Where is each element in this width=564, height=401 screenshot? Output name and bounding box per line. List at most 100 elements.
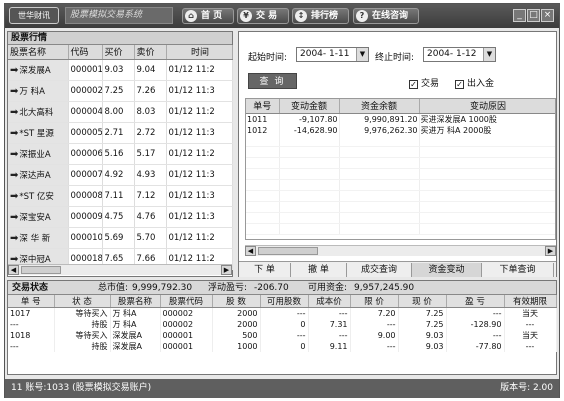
fund-change-row[interactable]: 1012-14,628.909,976,262.30买进万 科A 2000股20… xyxy=(246,124,555,136)
nav-home-button[interactable]: ⌂ 首 页 xyxy=(182,8,234,24)
trade-checkbox[interactable]: ✓ 交易 xyxy=(409,76,439,89)
quotes-panel: 股票行情 股票名称 代码 买价 卖价 时间 ➡深发展A 000001 9.03 9.0… xyxy=(7,31,233,277)
title-bar: 世华财讯 股票模拟交易系统 ⌂ 首 页 ¥ 交 易 ↕ 排行榜 ? 在线咨询 _… xyxy=(5,4,559,28)
end-date-value: 2004- 1-12 xyxy=(427,49,477,59)
cost-price: --- xyxy=(308,330,351,341)
stock-name: 深发展A xyxy=(19,65,51,76)
col-change-amount[interactable]: 变动金额 xyxy=(279,99,340,114)
col-current-price[interactable]: 现 价 xyxy=(398,295,447,308)
tab-fund-changes[interactable]: 资金变动 xyxy=(412,263,482,277)
minimize-button[interactable]: _ xyxy=(513,9,526,22)
chevron-down-icon[interactable]: ▼ xyxy=(483,48,495,61)
order-row[interactable]: --- 持股万 科A 000002 2000 0 7.31 --- 7.25 -128.90 --… xyxy=(8,319,557,330)
orders-table: 单 号状 态股票名称 股票代码股 数可用股数 成本价限 价现 价盈 亏有效期限 10… xyxy=(8,295,557,352)
quote-row[interactable]: ➡深达声A 000007 4.92 4.93 01/12 11:3 xyxy=(8,164,233,186)
empty-cell xyxy=(419,223,555,235)
col-limit-price[interactable]: 限 价 xyxy=(350,295,399,308)
nav-trade-button[interactable]: ¥ 交 易 xyxy=(237,8,289,24)
stock-name-cell: ➡深振业A xyxy=(8,143,69,165)
empty-cell xyxy=(279,157,340,169)
tab-place-order[interactable]: 下 单 xyxy=(239,263,291,277)
stock-name: 深 华 新 xyxy=(19,233,51,244)
funds-table-container: 单号 变动金额 资金余额 变动原因 1011 -9,107.80 9,990,891… xyxy=(245,98,556,240)
col-validity[interactable]: 有效期限 xyxy=(504,295,557,308)
app-window: 世华财讯 股票模拟交易系统 ⌂ 首 页 ¥ 交 易 ↕ 排行榜 ? 在线咨询 _… xyxy=(4,3,560,398)
stock-code: 000007 xyxy=(68,164,103,186)
current-price: 7.25 xyxy=(398,307,447,319)
scroll-left-arrow-icon[interactable]: ◀ xyxy=(245,246,256,256)
col-time[interactable]: 时间 xyxy=(166,45,233,60)
empty-cell xyxy=(246,223,280,235)
start-date-select[interactable]: 2004- 1-11 ▼ xyxy=(296,47,369,62)
col-stock-name[interactable]: 股票名称 xyxy=(8,45,69,60)
scroll-right-arrow-icon[interactable]: ▶ xyxy=(545,246,556,256)
tab-trade-query[interactable]: 成交查询 xyxy=(347,263,412,277)
quote-row[interactable]: ➡万 科A 000002 7.25 7.26 01/12 11:3 xyxy=(8,80,233,102)
col-balance[interactable]: 资金余额 xyxy=(339,99,420,114)
stock-name-cell: ➡深达声A xyxy=(8,164,69,186)
quotes-hscrollbar[interactable]: ◀ ▶ xyxy=(8,264,232,275)
order-status: 持股 xyxy=(54,319,111,330)
col-stock-name[interactable]: 股票名称 xyxy=(110,295,161,308)
tab-order-query[interactable]: 下单查询 xyxy=(482,263,554,277)
order-row[interactable]: 1017 等待买入万 科A 000002 2000 --- --- 7.20 7.25 --- 当… xyxy=(8,307,557,319)
scroll-thumb[interactable] xyxy=(258,247,318,255)
col-pnl[interactable]: 盈 亏 xyxy=(446,295,505,308)
inout-checkbox-label: 出入金 xyxy=(467,79,495,89)
order-row[interactable]: --- 持股 深发展A 000001 1000 0 9.11 --- 9.03 -77.80 --- xyxy=(8,341,557,352)
nav-consult-button[interactable]: ? 在线咨询 xyxy=(353,8,419,24)
chevron-down-icon[interactable]: ▼ xyxy=(356,48,368,61)
empty-cell xyxy=(246,157,280,169)
quote-row[interactable]: ➡深 华 新 000010 5.69 5.70 01/12 11:2 xyxy=(8,227,233,249)
scroll-right-arrow-icon[interactable]: ▶ xyxy=(221,265,232,275)
stock-name: 深宝安A xyxy=(19,212,51,223)
bid-price: 7.25 xyxy=(102,80,135,102)
order-row[interactable]: 1018 等待买入 深发展A 000001 500 --- --- 9.00 9.03 --- 当天 xyxy=(8,330,557,341)
scroll-thumb[interactable] xyxy=(21,266,61,274)
order-no: 1011 xyxy=(246,113,280,125)
quote-row[interactable]: ➡深发展A 000001 9.03 9.04 01/12 11:2 xyxy=(8,59,233,81)
current-price: 9.03 xyxy=(398,330,447,341)
end-date-select[interactable]: 2004- 1-12 ▼ xyxy=(423,47,496,62)
available-funds-value: 9,957,245.90 xyxy=(354,283,415,293)
bid-price: 5.69 xyxy=(102,227,135,249)
tab-cancel-order[interactable]: 撤 单 xyxy=(291,263,347,277)
order-no: 1018 xyxy=(8,330,55,341)
stock-name-cell: ➡*ST 亿安 xyxy=(8,185,69,207)
col-shares[interactable]: 股 数 xyxy=(212,295,261,308)
funds-panel: 起始时间: 2004- 1-11 ▼ 终止时间: 2004- 1-12 ▼ 查询… xyxy=(238,31,557,277)
close-button[interactable]: × xyxy=(541,9,554,22)
stock-code: 000001 xyxy=(160,341,213,352)
col-status[interactable]: 状 态 xyxy=(54,295,111,308)
scroll-left-arrow-icon[interactable]: ◀ xyxy=(8,265,19,275)
quote-row[interactable]: ➡深宝安A 000009 4.75 4.76 01/12 11:3 xyxy=(8,206,233,228)
col-stock-code[interactable]: 股票代码 xyxy=(160,295,213,308)
col-reason[interactable]: 变动原因 xyxy=(419,99,555,114)
available-shares: --- xyxy=(260,330,309,341)
maximize-button[interactable]: □ xyxy=(527,9,540,22)
quote-row[interactable]: ➡*ST 亿安 000008 7.11 7.12 01/12 11:3 xyxy=(8,185,233,207)
stock-code: 000004 xyxy=(68,101,103,123)
float-pnl-value: -206.70 xyxy=(254,283,289,293)
limit-price: 9.00 xyxy=(350,330,399,341)
funds-table: 单号 变动金额 资金余额 变动原因 1011 -9,107.80 9,990,891… xyxy=(246,99,555,235)
col-order-no[interactable]: 单 号 xyxy=(8,295,55,308)
empty-cell xyxy=(279,223,340,235)
col-available-shares[interactable]: 可用股数 xyxy=(260,295,309,308)
quote-row[interactable]: ➡深振业A 000006 5.16 5.17 01/12 11:2 xyxy=(8,143,233,165)
nav-ranking-button[interactable]: ↕ 排行榜 xyxy=(292,8,349,24)
quote-row[interactable]: ➡*ST 星源 000005 2.71 2.72 01/12 11:3 xyxy=(8,122,233,144)
funds-hscrollbar[interactable]: ◀ ▶ xyxy=(245,245,556,256)
col-ask[interactable]: 卖价 xyxy=(134,45,167,60)
col-order-no[interactable]: 单号 xyxy=(246,99,280,114)
col-bid[interactable]: 买价 xyxy=(102,45,135,60)
query-button[interactable]: 查询 xyxy=(248,73,297,89)
empty-cell xyxy=(246,146,280,158)
col-cost-price[interactable]: 成本价 xyxy=(308,295,351,308)
quote-row[interactable]: ➡北大高科 000004 8.00 8.03 01/12 11:2 xyxy=(8,101,233,123)
empty-row xyxy=(246,190,555,202)
col-code[interactable]: 代码 xyxy=(68,45,103,60)
inout-checkbox[interactable]: ✓ 出入金 xyxy=(455,76,494,89)
fund-change-row[interactable]: 1011-9,107.809,990,891.20买进深发展A 1000股200 xyxy=(246,113,555,125)
empty-cell xyxy=(339,212,420,224)
